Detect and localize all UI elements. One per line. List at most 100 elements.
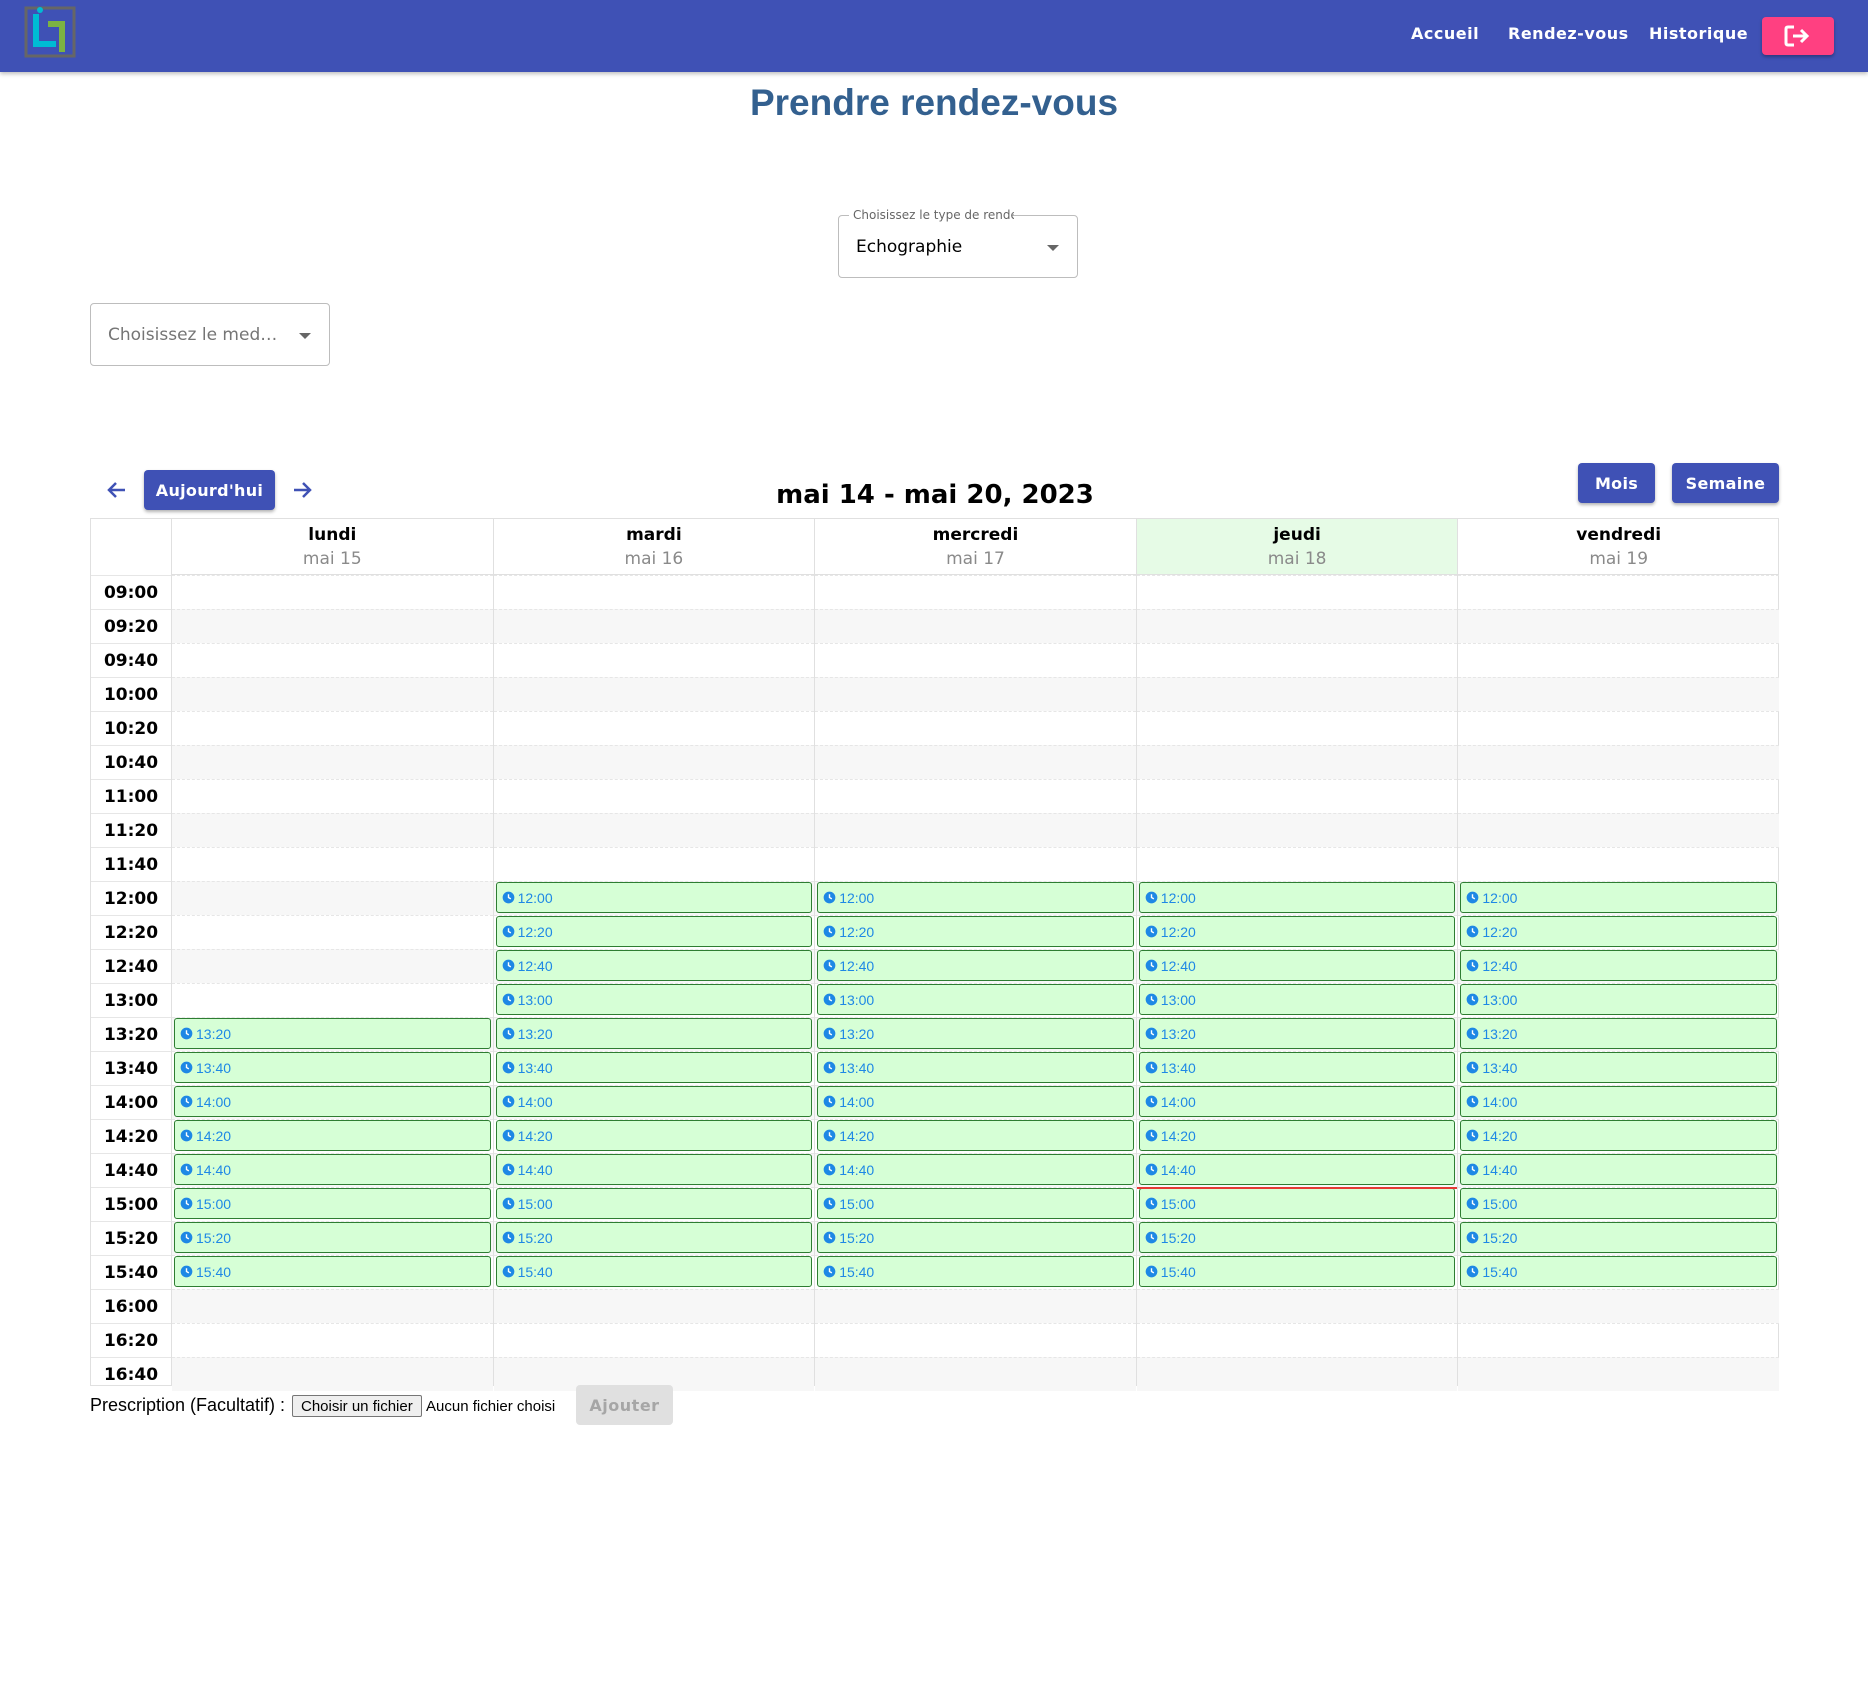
nav-rendez-vous[interactable]: Rendez-vous (1508, 24, 1629, 43)
time-cell[interactable] (1136, 677, 1458, 711)
available-slot[interactable]: 13:20 (495, 1018, 813, 1049)
time-cell[interactable] (1136, 575, 1458, 609)
available-slot[interactable]: 15:20 (495, 1222, 813, 1253)
time-cell[interactable] (1136, 813, 1458, 847)
available-slot[interactable]: 14:20 (174, 1120, 491, 1151)
available-slot[interactable]: 14:00 (1138, 1086, 1456, 1117)
time-cell[interactable] (1458, 779, 1779, 813)
time-cell[interactable] (172, 1289, 493, 1323)
time-cell[interactable] (1136, 1289, 1458, 1323)
time-cell[interactable] (1458, 677, 1779, 711)
available-slot[interactable]: 12:00 (495, 882, 813, 913)
time-cell[interactable] (815, 1289, 1136, 1323)
time-cell[interactable] (172, 1357, 493, 1391)
time-cell[interactable] (1458, 1323, 1779, 1357)
time-cell[interactable] (1136, 609, 1458, 643)
available-slot[interactable]: 14:40 (1138, 1154, 1456, 1185)
time-cell[interactable] (172, 915, 493, 949)
time-cell[interactable] (493, 779, 815, 813)
available-slot[interactable]: 13:40 (1460, 1052, 1777, 1083)
time-cell[interactable] (1136, 779, 1458, 813)
time-cell[interactable] (172, 609, 493, 643)
type-select[interactable]: Choisissez le type de rendez-vous Echogr… (838, 208, 1078, 278)
time-cell[interactable] (815, 1323, 1136, 1357)
time-cell[interactable] (1458, 847, 1779, 881)
time-cell[interactable] (815, 813, 1136, 847)
available-slot[interactable]: 15:40 (817, 1256, 1134, 1287)
time-cell[interactable] (815, 575, 1136, 609)
time-cell[interactable] (815, 1357, 1136, 1391)
time-cell[interactable] (815, 779, 1136, 813)
available-slot[interactable]: 13:00 (1138, 984, 1456, 1015)
available-slot[interactable]: 14:40 (1460, 1154, 1777, 1185)
month-view-button[interactable]: Mois (1578, 463, 1655, 503)
available-slot[interactable]: 15:40 (1138, 1256, 1456, 1287)
time-cell[interactable] (1136, 711, 1458, 745)
available-slot[interactable]: 13:40 (174, 1052, 491, 1083)
time-cell[interactable] (172, 881, 493, 915)
time-cell[interactable] (1136, 1323, 1458, 1357)
available-slot[interactable]: 14:00 (174, 1086, 491, 1117)
time-cell[interactable] (1458, 609, 1779, 643)
available-slot[interactable]: 15:20 (1460, 1222, 1777, 1253)
available-slot[interactable]: 12:40 (1460, 950, 1777, 981)
available-slot[interactable]: 15:00 (1460, 1188, 1777, 1219)
time-cell[interactable] (493, 1289, 815, 1323)
time-cell[interactable] (172, 711, 493, 745)
time-cell[interactable] (493, 847, 815, 881)
time-cell[interactable] (172, 1323, 493, 1357)
time-cell[interactable] (172, 847, 493, 881)
available-slot[interactable]: 12:00 (1460, 882, 1777, 913)
week-view-button[interactable]: Semaine (1672, 463, 1779, 503)
available-slot[interactable]: 13:40 (495, 1052, 813, 1083)
app-logo[interactable] (22, 4, 78, 60)
available-slot[interactable]: 13:20 (1460, 1018, 1777, 1049)
time-cell[interactable] (1458, 1357, 1779, 1391)
available-slot[interactable]: 13:00 (1460, 984, 1777, 1015)
available-slot[interactable]: 14:20 (495, 1120, 813, 1151)
time-cell[interactable] (815, 711, 1136, 745)
time-cell[interactable] (172, 575, 493, 609)
time-cell[interactable] (1136, 847, 1458, 881)
time-cell[interactable] (815, 745, 1136, 779)
logout-button[interactable] (1762, 17, 1834, 55)
medecin-select[interactable]: Choisissez le med… (90, 303, 330, 366)
nav-historique[interactable]: Historique (1649, 24, 1748, 43)
time-cell[interactable] (1458, 813, 1779, 847)
today-button[interactable]: Aujourd'hui (144, 470, 275, 510)
available-slot[interactable]: 14:40 (174, 1154, 491, 1185)
available-slot[interactable]: 12:40 (817, 950, 1134, 981)
available-slot[interactable]: 13:20 (174, 1018, 491, 1049)
available-slot[interactable]: 15:00 (174, 1188, 491, 1219)
time-cell[interactable] (1136, 1357, 1458, 1391)
time-cell[interactable] (172, 983, 493, 1017)
time-cell[interactable] (493, 575, 815, 609)
time-cell[interactable] (172, 677, 493, 711)
time-cell[interactable] (172, 745, 493, 779)
time-cell[interactable] (1458, 1289, 1779, 1323)
choose-file-button[interactable]: Choisir un fichier (292, 1395, 422, 1417)
available-slot[interactable]: 14:20 (1138, 1120, 1456, 1151)
time-cell[interactable] (172, 949, 493, 983)
time-cell[interactable] (815, 847, 1136, 881)
available-slot[interactable]: 13:20 (817, 1018, 1134, 1049)
time-cell[interactable] (1136, 643, 1458, 677)
available-slot[interactable]: 15:40 (1460, 1256, 1777, 1287)
available-slot[interactable]: 12:40 (1138, 950, 1456, 981)
time-cell[interactable] (493, 1323, 815, 1357)
available-slot[interactable]: 14:40 (817, 1154, 1134, 1185)
available-slot[interactable]: 15:20 (174, 1222, 491, 1253)
available-slot[interactable]: 14:00 (817, 1086, 1134, 1117)
available-slot[interactable]: 13:00 (495, 984, 813, 1015)
time-cell[interactable] (493, 813, 815, 847)
available-slot[interactable]: 15:20 (1138, 1222, 1456, 1253)
available-slot[interactable]: 15:20 (817, 1222, 1134, 1253)
available-slot[interactable]: 14:20 (817, 1120, 1134, 1151)
time-cell[interactable] (815, 677, 1136, 711)
time-cell[interactable] (172, 779, 493, 813)
next-week-arrow-icon[interactable] (288, 476, 316, 504)
available-slot[interactable]: 12:20 (1460, 916, 1777, 947)
available-slot[interactable]: 12:20 (817, 916, 1134, 947)
available-slot[interactable]: 14:00 (1460, 1086, 1777, 1117)
available-slot[interactable]: 13:20 (1138, 1018, 1456, 1049)
